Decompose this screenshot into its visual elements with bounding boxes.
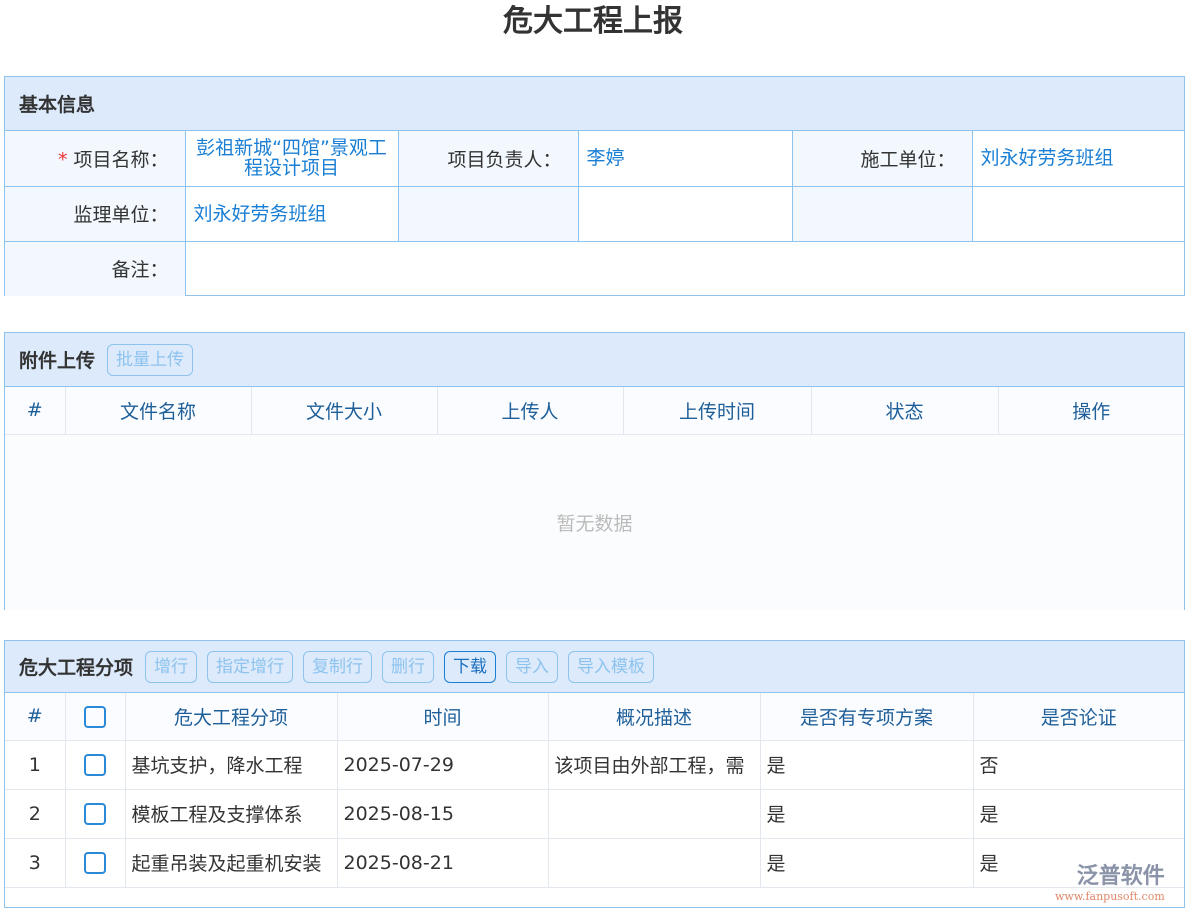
section-header: 附件上传批量上传	[5, 333, 1184, 387]
column-header: #	[5, 693, 65, 740]
builder-label: 施工单位：	[792, 131, 972, 186]
column-header: 状态	[811, 387, 998, 434]
column-header: 文件名称	[65, 387, 251, 434]
builder-value[interactable]: 刘永好劳务班组	[972, 131, 1184, 186]
checkbox-icon[interactable]	[84, 852, 106, 874]
remark-label: 备注：	[5, 241, 185, 296]
item-desc[interactable]: 该项目由外部工程，需	[548, 740, 760, 789]
item-plan[interactable]: 是	[760, 838, 973, 887]
add-row-button[interactable]: 增行	[145, 651, 197, 683]
table-row[interactable]: 3 起重吊装及起重机安装 2025-08-21 是 是	[5, 838, 1184, 887]
attachment-section: 附件上传批量上传 # 文件名称 文件大小 上传人 上传时间 状态 操作 暂无数据	[4, 332, 1185, 610]
row-checkbox[interactable]	[65, 789, 125, 838]
insert-row-button[interactable]: 指定增行	[207, 651, 293, 683]
items-section: 危大工程分项 增行 指定增行 复制行 删行 下载 导入 导入模板 # 危大工程分…	[4, 640, 1185, 908]
column-header: 操作	[998, 387, 1184, 434]
column-header: 概况描述	[548, 693, 760, 740]
import-template-button[interactable]: 导入模板	[568, 651, 654, 683]
item-desc[interactable]	[548, 838, 760, 887]
item-name[interactable]: 起重吊装及起重机安装	[125, 838, 337, 887]
table-row[interactable]: 1 基坑支护，降水工程 2025-07-29 该项目由外部工程，需 是 否	[5, 740, 1184, 789]
manager-value[interactable]: 李婷	[578, 131, 792, 186]
column-header: #	[5, 387, 65, 434]
item-date[interactable]: 2025-08-15	[337, 789, 548, 838]
remark-input[interactable]	[185, 241, 1184, 296]
item-date[interactable]: 2025-07-29	[337, 740, 548, 789]
row-checkbox[interactable]	[65, 838, 125, 887]
empty-state: 暂无数据	[5, 435, 1184, 610]
checkbox-icon[interactable]	[84, 754, 106, 776]
download-button[interactable]: 下载	[444, 651, 496, 683]
empty-value	[578, 186, 792, 241]
project-name-value[interactable]: 彭祖新城“四馆”景观工程设计项目	[185, 131, 398, 186]
item-proof[interactable]: 是	[973, 789, 1184, 838]
row-checkbox[interactable]	[65, 740, 125, 789]
section-title: 危大工程分项	[19, 653, 133, 680]
column-header: 是否有专项方案	[760, 693, 973, 740]
row-number: 2	[5, 789, 65, 838]
table-row[interactable]: 2 模板工程及支撑体系 2025-08-15 是 是	[5, 789, 1184, 838]
supervisor-label: 监理单位：	[5, 186, 185, 241]
section-title: 附件上传	[19, 346, 95, 373]
checkbox-icon[interactable]	[84, 706, 106, 728]
section-header: 危大工程分项 增行 指定增行 复制行 删行 下载 导入 导入模板	[5, 641, 1184, 693]
table-header: # 危大工程分项 时间 概况描述 是否有专项方案 是否论证	[5, 693, 1184, 740]
batch-upload-button[interactable]: 批量上传	[107, 344, 193, 376]
project-name-label: * 项目名称：	[5, 131, 185, 186]
section-header: 基本信息	[5, 77, 1184, 131]
column-header: 时间	[337, 693, 548, 740]
import-button[interactable]: 导入	[506, 651, 558, 683]
empty-label	[792, 186, 972, 241]
item-plan[interactable]: 是	[760, 789, 973, 838]
table-header: # 文件名称 文件大小 上传人 上传时间 状态 操作	[5, 387, 1184, 434]
checkbox-icon[interactable]	[84, 803, 106, 825]
section-title: 基本信息	[19, 90, 95, 117]
logo-name: 泛普软件	[1077, 864, 1165, 890]
delete-row-button[interactable]: 删行	[382, 651, 434, 683]
row-number: 1	[5, 740, 65, 789]
copy-row-button[interactable]: 复制行	[303, 651, 372, 683]
item-plan[interactable]: 是	[760, 740, 973, 789]
column-header: 文件大小	[251, 387, 437, 434]
column-header: 上传时间	[623, 387, 811, 434]
watermark-logo: 泛普软件 www.fanpusoft.com	[1055, 864, 1165, 903]
logo-url: www.fanpusoft.com	[1055, 890, 1165, 903]
supervisor-value[interactable]: 刘永好劳务班组	[185, 186, 398, 241]
column-header: 上传人	[437, 387, 623, 434]
manager-label: 项目负责人：	[398, 131, 578, 186]
item-desc[interactable]	[548, 789, 760, 838]
column-header: 是否论证	[973, 693, 1184, 740]
basic-info-section: 基本信息 * 项目名称： 彭祖新城“四馆”景观工程设计项目 项目负责人： 李婷 …	[4, 76, 1185, 296]
item-name[interactable]: 模板工程及支撑体系	[125, 789, 337, 838]
empty-value	[972, 186, 1184, 241]
select-all-checkbox[interactable]	[65, 693, 125, 740]
row-number: 3	[5, 838, 65, 887]
item-name[interactable]: 基坑支护，降水工程	[125, 740, 337, 789]
page-title: 危大工程上报	[0, 2, 1186, 42]
item-proof[interactable]: 否	[973, 740, 1184, 789]
empty-label	[398, 186, 578, 241]
required-mark: *	[58, 149, 68, 171]
item-date[interactable]: 2025-08-21	[337, 838, 548, 887]
label-text: 项目名称：	[73, 149, 168, 171]
column-header: 危大工程分项	[125, 693, 337, 740]
